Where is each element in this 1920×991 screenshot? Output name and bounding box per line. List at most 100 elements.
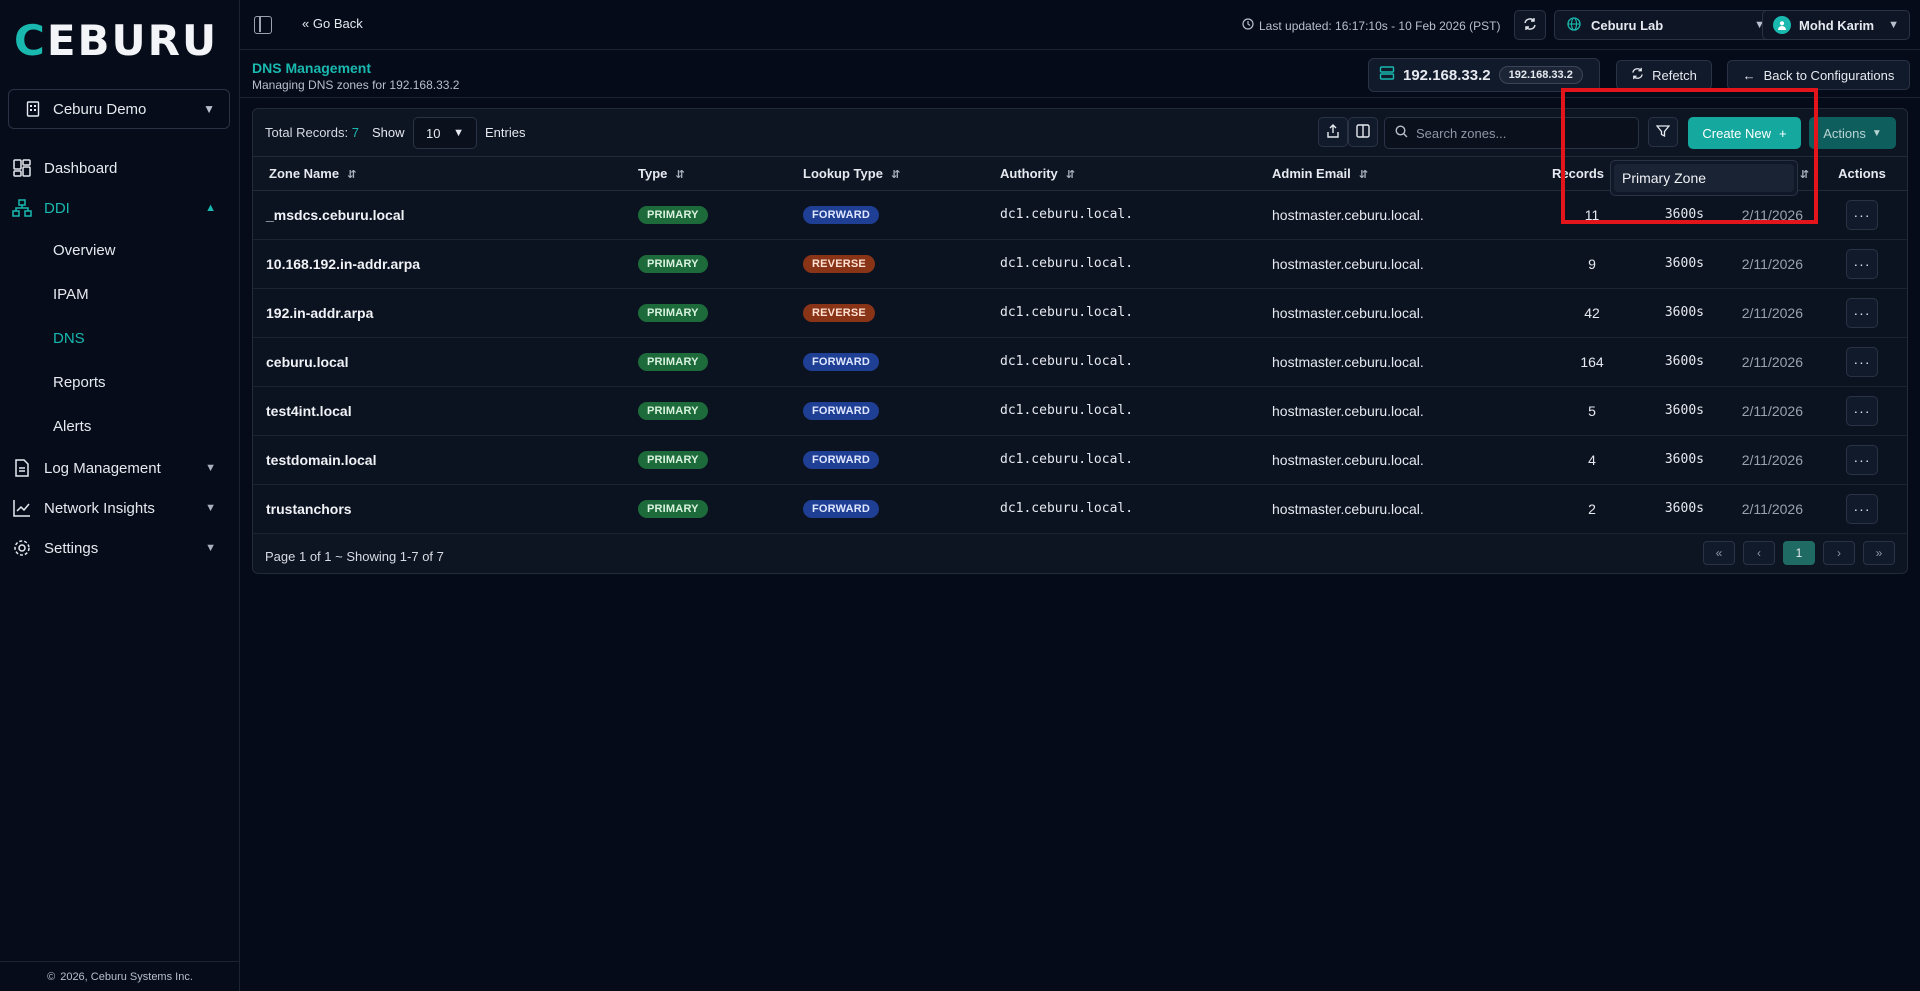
zone-name-cell[interactable]: trustanchors [253,484,638,534]
org-selector[interactable]: Ceburu Demo ▼ [8,89,230,129]
sidebar-item-ddi[interactable]: DDI ▲ [0,188,240,228]
records-cell: 42 [1552,288,1632,338]
sidebar-subitem-alerts[interactable]: Alerts [0,404,240,448]
row-actions-button[interactable]: ··· [1846,248,1878,279]
sidebar-subitem-overview[interactable]: Overview [0,228,240,272]
sidebar-subitem-dns[interactable]: DNS [0,316,240,360]
dashboard-icon [12,158,32,178]
columns-toggle-button[interactable] [1348,117,1378,147]
more-horizontal-icon: ··· [1853,304,1871,321]
sidebar-subitem-reports[interactable]: Reports [0,360,240,404]
table-row[interactable]: 192.in-addr.arpa PRIMARY REVERSE dc1.ceburu… [253,288,1907,338]
last-page-button[interactable]: » [1863,541,1895,565]
sidebar-item-log-management[interactable]: Log Management ▼ [0,448,240,488]
type-cell: PRIMARY [638,435,803,485]
bulk-actions-button[interactable]: Actions ▼ [1809,117,1896,149]
chevron-down-icon: ▼ [1888,19,1899,31]
refetch-label: Refetch [1652,67,1697,83]
create-new-dropdown: Primary Zone [1610,160,1798,196]
row-actions-button[interactable]: ··· [1846,493,1878,524]
type-cell: PRIMARY [638,337,803,387]
type-badge: PRIMARY [638,304,708,322]
chevron-left-icon: ‹ [1757,546,1761,560]
zone-name-cell[interactable]: 192.in-addr.arpa [253,288,638,338]
type-badge: PRIMARY [638,206,708,224]
go-back-label: Go Back [312,16,363,31]
updated-date-cell: 2/11/2026 [1712,190,1817,240]
zone-name-cell[interactable]: 10.168.192.in-addr.arpa [253,239,638,289]
lookup-type-badge: FORWARD [803,353,880,371]
authority-cell: dc1.ceburu.local. [1000,386,1272,436]
ceburu-logo: C EBURU [14,15,219,65]
table-row[interactable]: ceburu.local PRIMARY FORWARD dc1.ceburu.loc… [253,337,1907,387]
row-actions-button[interactable]: ··· [1846,297,1878,328]
row-actions-button[interactable]: ··· [1846,346,1878,377]
type-badge: PRIMARY [638,353,708,371]
create-new-label: Create New [1702,125,1772,141]
sidebar-item-network-insights[interactable]: Network Insights ▼ [0,488,240,528]
table-row[interactable]: testdomain.local PRIMARY FORWARD dc1.ceburu… [253,435,1907,485]
sync-button[interactable] [1514,10,1546,40]
filter-button[interactable] [1648,117,1678,147]
sort-icon: ⇵ [1065,168,1075,181]
type-cell: PRIMARY [638,190,803,240]
lookup-type-cell: REVERSE [803,239,1000,289]
refetch-button[interactable]: Refetch [1616,60,1712,90]
column-header-zone-name[interactable]: Zone Name ⇵ [253,157,638,191]
last-updated: Last updated: 16:17:10s - 10 Feb 2026 (P… [1242,18,1501,33]
row-actions-button[interactable]: ··· [1846,395,1878,426]
server-ip-chip: 192.168.33.2 192.168.33.2 [1368,58,1600,92]
column-header-admin-email[interactable]: Admin Email ⇵ [1272,157,1552,191]
actions-cell: ··· [1817,239,1907,289]
prev-page-button[interactable]: ‹ [1743,541,1775,565]
table-body: _msdcs.ceburu.local PRIMARY FORWARD dc1.ceb… [253,190,1907,534]
user-name: Mohd Karim [1799,17,1875,33]
sidebar-subitem-ipam[interactable]: IPAM [0,272,240,316]
zone-name-cell[interactable]: _msdcs.ceburu.local [253,190,638,240]
double-chevron-left-icon: « [302,16,310,31]
zone-name-cell[interactable]: test4int.local [253,386,638,436]
total-records-label: Total Records: [265,125,349,140]
create-new-button[interactable]: Create New + [1688,117,1801,149]
sidebar-collapse-icon[interactable] [254,16,272,34]
search-input[interactable] [1416,125,1616,141]
network-tree-icon [12,198,32,218]
column-header-authority[interactable]: Authority ⇵ [1000,157,1272,191]
row-actions-button[interactable]: ··· [1846,199,1878,230]
menu-item-primary-zone[interactable]: Primary Zone [1614,164,1794,192]
next-page-button[interactable]: › [1823,541,1855,565]
column-header-type[interactable]: Type ⇵ [638,157,803,191]
export-button[interactable] [1318,117,1348,147]
lab-selector[interactable]: Ceburu Lab ▼ [1554,10,1778,40]
first-page-button[interactable]: « [1703,541,1735,565]
more-horizontal-icon: ··· [1853,402,1871,419]
admin-email-cell: hostmaster.ceburu.local. [1272,239,1552,289]
lookup-type-badge: FORWARD [803,500,880,518]
page-size-select[interactable]: 10 ▼ [413,117,477,149]
table-row[interactable]: trustanchors PRIMARY FORWARD dc1.ceburu.loc… [253,484,1907,534]
page-button-current[interactable]: 1 [1783,541,1815,565]
more-horizontal-icon: ··· [1853,206,1871,223]
zone-name-cell[interactable]: testdomain.local [253,435,638,485]
lookup-type-badge: FORWARD [803,206,880,224]
sidebar-item-settings[interactable]: Settings ▼ [0,528,240,568]
table-row[interactable]: test4int.local PRIMARY FORWARD dc1.ceburu.l… [253,386,1907,436]
type-badge: PRIMARY [638,402,708,420]
column-header-lookup-type[interactable]: Lookup Type ⇵ [803,157,1000,191]
dns-zones-table: Zone Name ⇵ Type ⇵ Lookup Type ⇵ Authority ⇵… [253,157,1907,534]
authority-cell: dc1.ceburu.local. [1000,239,1272,289]
avatar [1773,16,1791,34]
sidebar-item-dashboard[interactable]: Dashboard [0,148,240,188]
column-header-actions: Actions [1817,157,1907,191]
actions-label: Actions [1823,125,1866,141]
row-actions-button[interactable]: ··· [1846,444,1878,475]
table-row[interactable]: _msdcs.ceburu.local PRIMARY FORWARD dc1.ceb… [253,190,1907,240]
zone-name-cell[interactable]: ceburu.local [253,337,638,387]
back-to-configurations-button[interactable]: ← Back to Configurations [1727,60,1910,90]
user-menu[interactable]: Mohd Karim ▼ [1762,10,1910,40]
go-back-link[interactable]: « Go Back [302,16,363,31]
sidebar-item-label: Dashboard [44,159,118,177]
table-row[interactable]: 10.168.192.in-addr.arpa PRIMARY REVERSE dc1… [253,239,1907,289]
type-cell: PRIMARY [638,288,803,338]
records-cell: 164 [1552,337,1632,387]
